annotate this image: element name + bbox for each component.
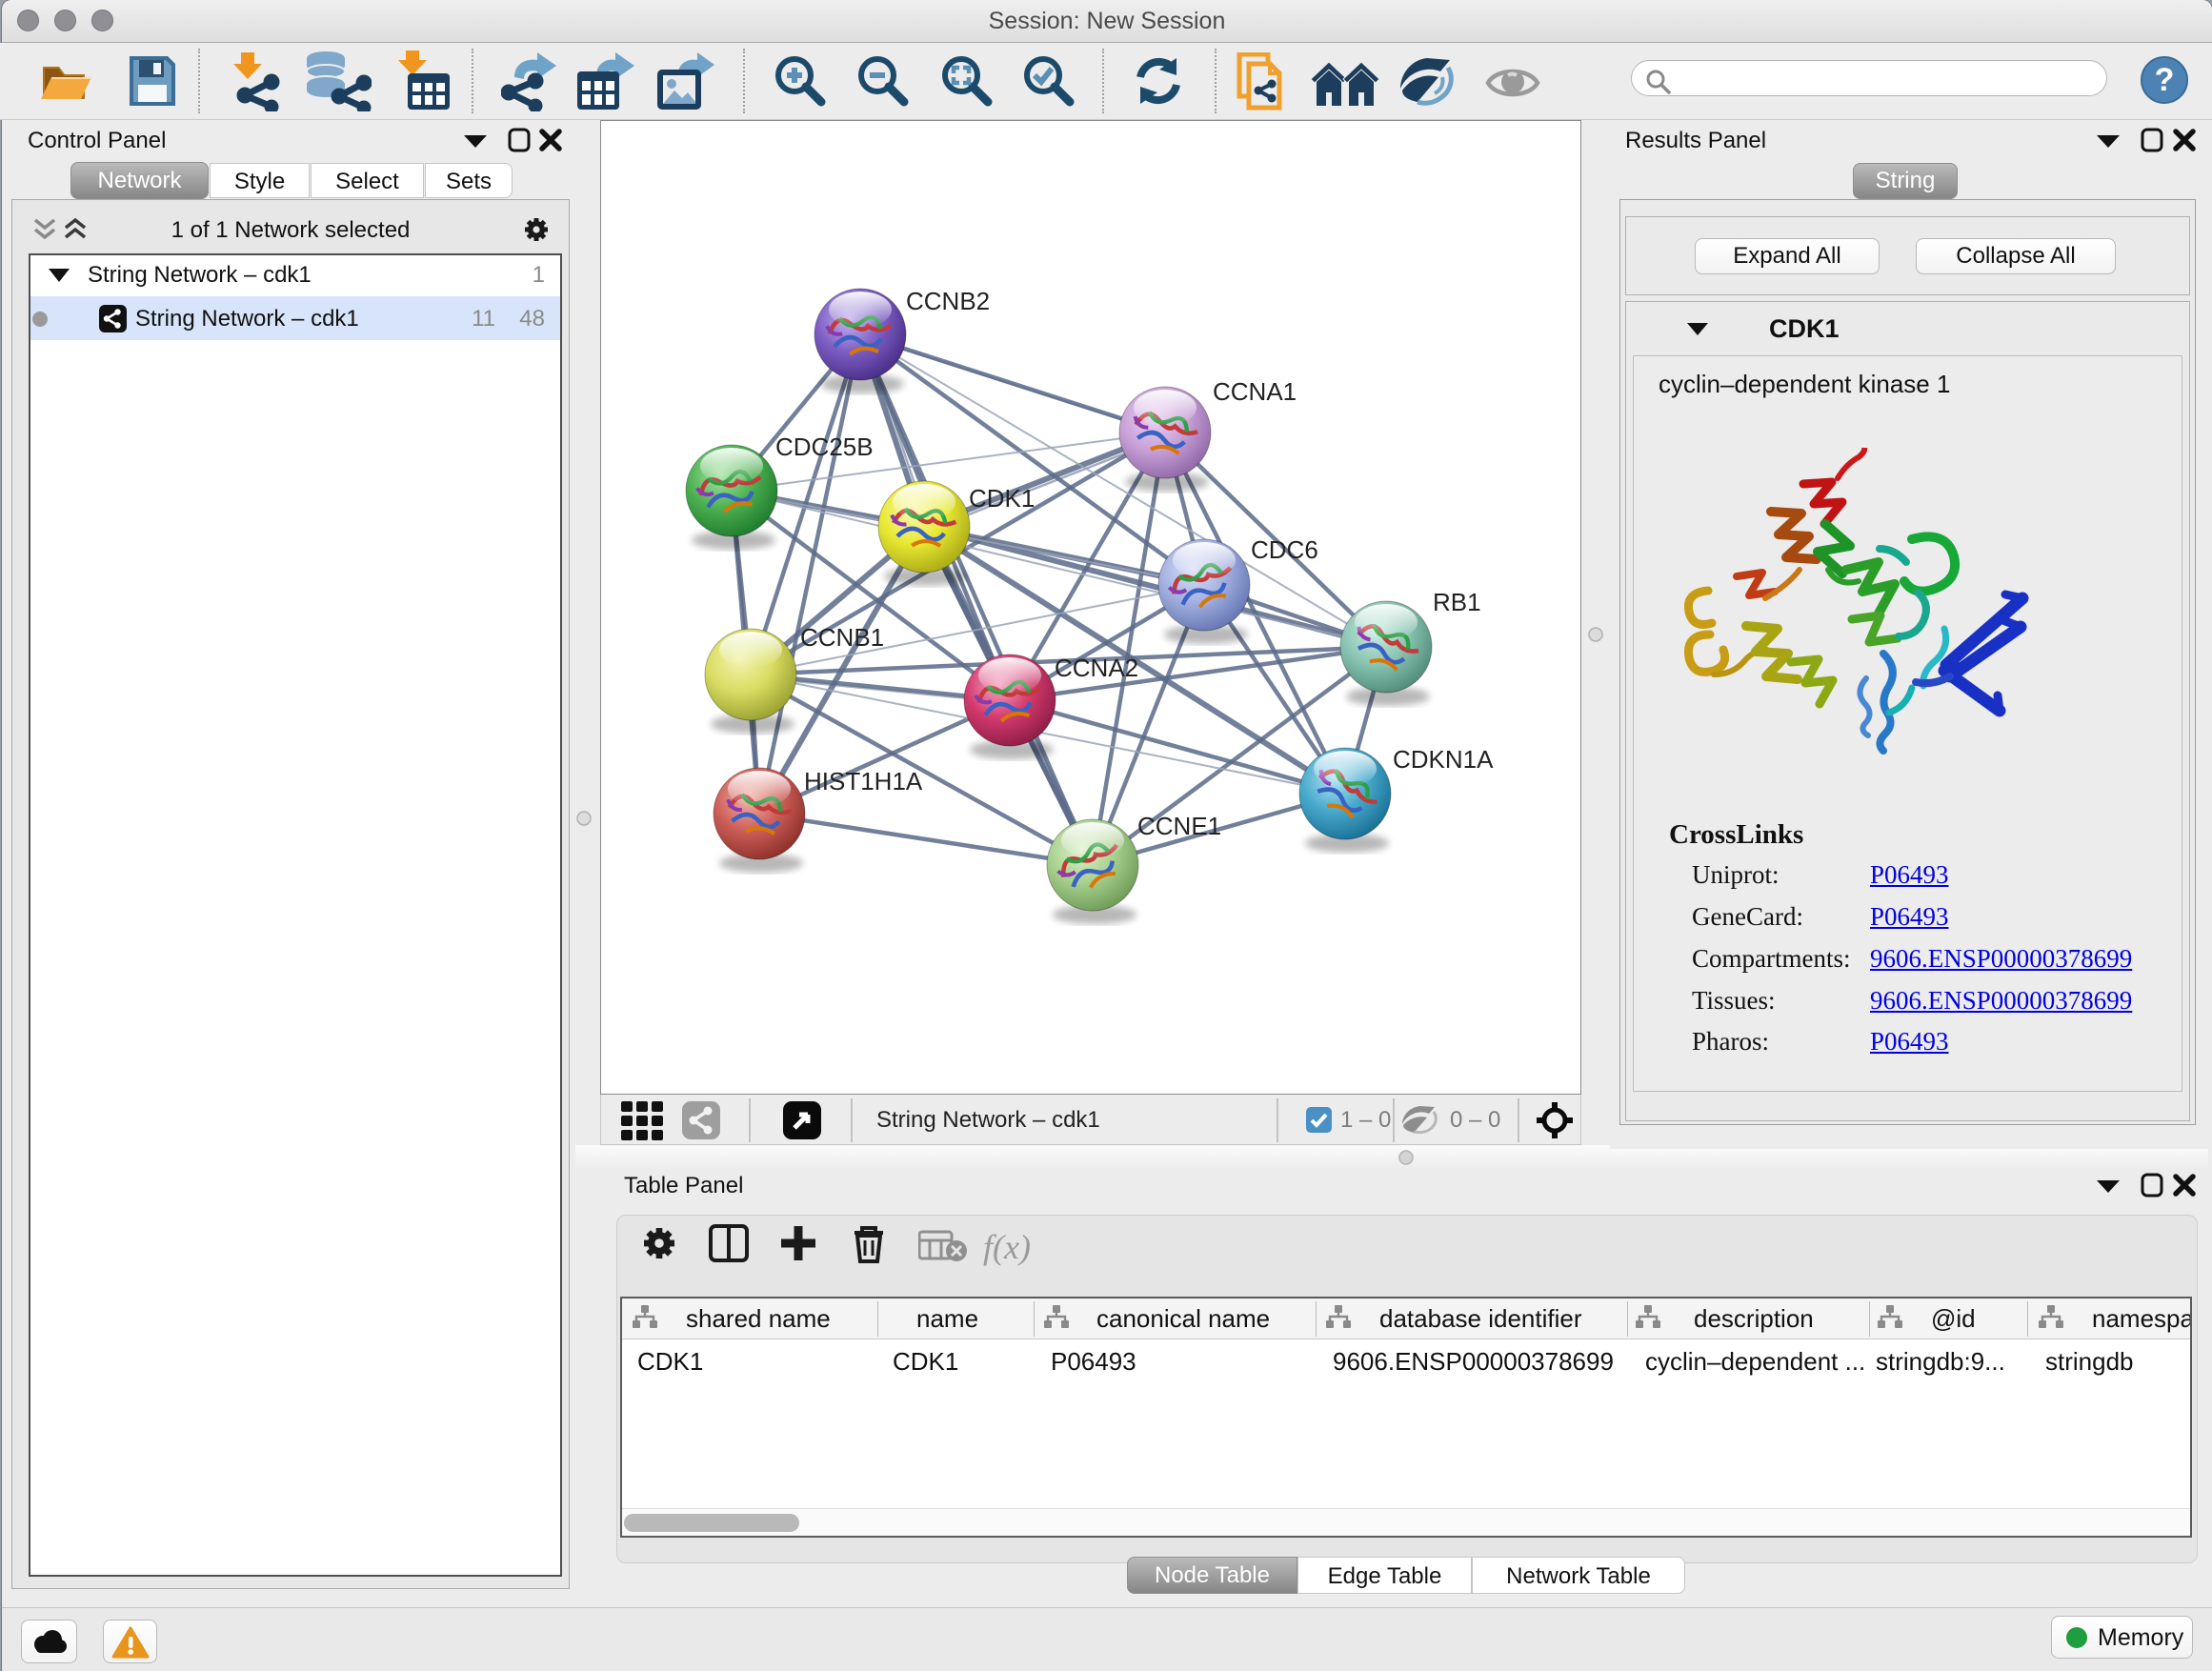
svg-text:CCNB1: CCNB1 bbox=[800, 623, 884, 652]
svg-text:CDC6: CDC6 bbox=[1251, 535, 1318, 564]
svg-text:HIST1H1A: HIST1H1A bbox=[804, 767, 923, 795]
svg-text:?: ? bbox=[2155, 62, 2175, 98]
svg-text:CDK1: CDK1 bbox=[969, 484, 1035, 513]
svg-text:CCNB2: CCNB2 bbox=[906, 287, 990, 315]
svg-text:CCNE1: CCNE1 bbox=[1137, 812, 1221, 840]
svg-text:RB1: RB1 bbox=[1433, 588, 1481, 616]
svg-text:CDC25B: CDC25B bbox=[775, 433, 874, 461]
svg-text:CCNA2: CCNA2 bbox=[1055, 654, 1138, 682]
svg-text:CCNA1: CCNA1 bbox=[1213, 377, 1297, 406]
svg-text:CDKN1A: CDKN1A bbox=[1393, 745, 1494, 774]
